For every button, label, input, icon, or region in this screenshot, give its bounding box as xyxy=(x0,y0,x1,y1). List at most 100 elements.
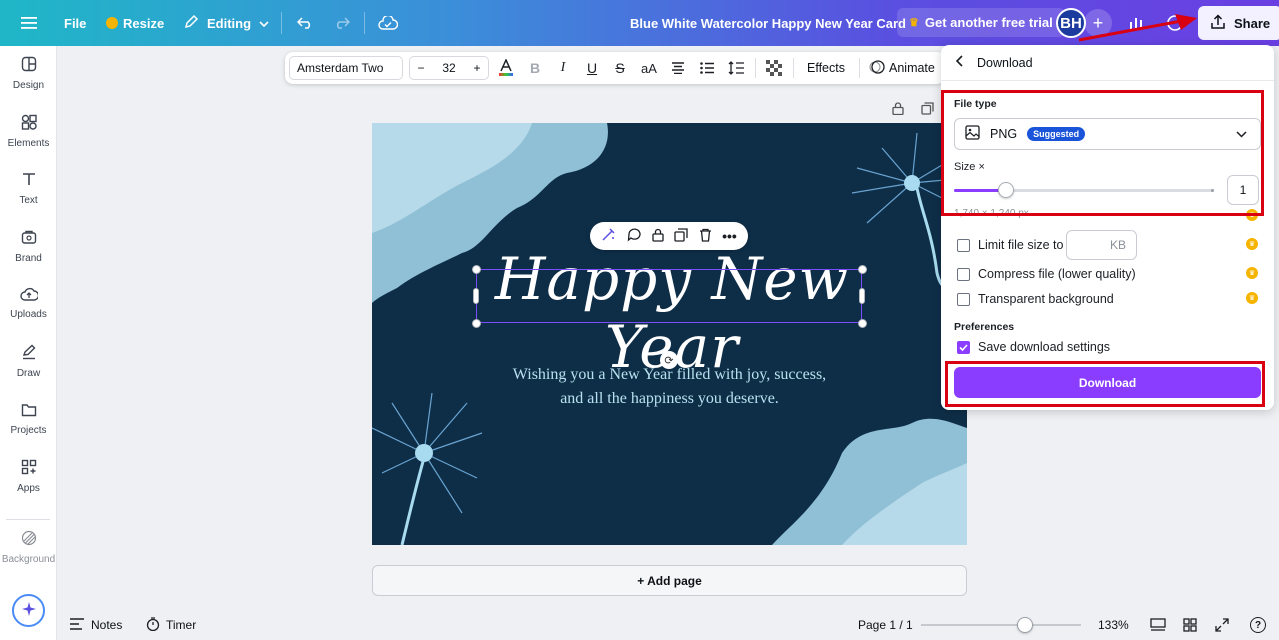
output-dimensions: 1,740 × 1,240 px xyxy=(954,208,1029,219)
duplicate-page-icon[interactable] xyxy=(918,99,936,117)
top-bar: File Resize Editing Blue White Watercolo… xyxy=(0,0,1279,46)
animate-button[interactable]: Animate xyxy=(869,52,935,84)
grid-view-icon[interactable] xyxy=(1183,610,1197,640)
zoom-level[interactable]: 133% xyxy=(1098,610,1129,640)
editing-mode-button[interactable]: Editing xyxy=(184,0,269,46)
cloud-saved-icon[interactable] xyxy=(373,0,403,46)
help-icon[interactable]: ? xyxy=(1250,610,1266,640)
sidebar-item-background[interactable]: Background xyxy=(0,522,57,572)
compress-option[interactable]: Compress file (lower quality) xyxy=(957,265,1136,283)
size-label: Size × xyxy=(954,161,985,173)
brand-icon xyxy=(21,229,37,248)
free-trial-button[interactable]: ♛ Get another free trial xyxy=(897,8,1065,37)
text-icon xyxy=(21,171,37,190)
size-input[interactable]: 1 xyxy=(1227,175,1259,205)
magic-edit-icon[interactable] xyxy=(601,227,616,245)
transparency-icon[interactable] xyxy=(762,52,786,84)
chevron-down-icon xyxy=(259,16,269,31)
file-menu[interactable]: File xyxy=(64,0,86,46)
text-color-icon[interactable] xyxy=(494,52,518,84)
crown-icon: ♛ xyxy=(1246,292,1258,304)
transparent-checkbox[interactable] xyxy=(957,292,970,306)
page-indicator[interactable]: Page 1 / 1 xyxy=(858,610,913,640)
more-icon[interactable]: ••• xyxy=(722,228,737,244)
separator xyxy=(755,58,756,78)
sidebar-divider xyxy=(6,519,50,520)
save-settings-option[interactable]: Save download settings xyxy=(957,338,1110,356)
resize-handle[interactable] xyxy=(472,319,481,328)
kb-input[interactable]: KB xyxy=(1066,230,1137,260)
canvas-subtitle[interactable]: Wishing you a New Year filled with joy, … xyxy=(432,363,907,411)
comment-add-icon[interactable] xyxy=(627,227,642,245)
save-settings-checkbox[interactable] xyxy=(957,340,970,354)
suggested-badge: Suggested xyxy=(1027,127,1086,141)
document-title[interactable]: Blue White Watercolor Happy New Year Car… xyxy=(630,0,906,46)
add-page-button[interactable]: + Add page xyxy=(372,565,967,596)
fullscreen-icon[interactable] xyxy=(1215,610,1229,640)
menu-icon[interactable] xyxy=(14,0,44,46)
transparent-background-option[interactable]: Transparent background xyxy=(957,290,1114,308)
design-canvas[interactable]: Happy New Year Wishing you a New Year fi… xyxy=(372,123,967,545)
italic-icon[interactable]: I xyxy=(551,52,575,84)
notes-button[interactable]: Notes xyxy=(69,610,122,640)
file-type-select[interactable]: PNG Suggested xyxy=(954,118,1261,150)
resize-handle[interactable] xyxy=(858,265,867,274)
download-button[interactable]: Download xyxy=(954,367,1261,398)
duplicate-icon[interactable] xyxy=(674,227,688,245)
trash-icon[interactable] xyxy=(699,228,712,245)
crown-icon: ♛ xyxy=(909,17,919,29)
strikethrough-icon[interactable]: S xyxy=(608,52,632,84)
side-handle[interactable] xyxy=(859,288,865,304)
crown-icon: ♛ xyxy=(1246,267,1258,279)
font-selector[interactable]: Amsterdam Two xyxy=(289,56,403,80)
elements-icon xyxy=(21,114,37,133)
sidebar-item-uploads[interactable]: Uploads xyxy=(0,278,57,328)
font-size-input[interactable]: 32 xyxy=(432,57,466,79)
share-button[interactable]: Share xyxy=(1198,6,1279,40)
animate-icon xyxy=(869,59,885,78)
pencil-icon xyxy=(184,14,199,32)
compress-checkbox[interactable] xyxy=(957,267,970,281)
timer-button[interactable]: Timer xyxy=(146,610,196,640)
side-handle[interactable] xyxy=(473,288,479,304)
rotate-icon[interactable]: ⟳ xyxy=(660,351,678,369)
zoom-slider-knob[interactable] xyxy=(1017,617,1033,633)
sidebar-item-projects[interactable]: Projects xyxy=(0,394,57,444)
bottom-bar: Notes Timer Page 1 / 1 133% ? xyxy=(57,610,1279,640)
bold-icon[interactable]: B xyxy=(523,52,547,84)
sidebar-item-design[interactable]: Design xyxy=(0,48,57,98)
align-center-icon[interactable] xyxy=(666,52,690,84)
sidebar-item-elements[interactable]: Elements xyxy=(0,106,57,156)
resize-handle[interactable] xyxy=(858,319,867,328)
list-icon[interactable] xyxy=(695,52,719,84)
download-panel: Download File type PNG Suggested Size × … xyxy=(941,45,1274,410)
sidebar-item-text[interactable]: Text xyxy=(0,163,57,213)
size-slider-knob[interactable] xyxy=(998,182,1014,198)
sidebar-item-draw[interactable]: Draw xyxy=(0,336,57,386)
resize-button[interactable]: Resize xyxy=(106,0,164,46)
redo-icon[interactable] xyxy=(327,0,357,46)
page-view-icon[interactable] xyxy=(1150,610,1166,640)
spacing-icon[interactable] xyxy=(724,52,748,84)
sidebar-item-apps[interactable]: Apps xyxy=(0,451,57,501)
resize-handle[interactable] xyxy=(472,265,481,274)
sidebar-item-brand[interactable]: Brand xyxy=(0,221,57,271)
back-arrow-icon[interactable] xyxy=(955,55,963,70)
letter-case-icon[interactable]: aA xyxy=(637,52,661,84)
decrease-size-button[interactable]: − xyxy=(410,57,432,79)
selection-box xyxy=(476,269,862,323)
underline-icon[interactable]: U xyxy=(580,52,604,84)
increase-size-button[interactable]: + xyxy=(466,57,488,79)
magic-assistant-button[interactable] xyxy=(12,594,45,627)
limit-file-size-option[interactable]: Limit file size to xyxy=(957,236,1063,254)
crown-icon: ♛ xyxy=(1246,238,1258,250)
lock-icon[interactable] xyxy=(889,99,907,117)
uploads-icon xyxy=(19,287,39,304)
limit-size-checkbox[interactable] xyxy=(957,238,970,252)
separator xyxy=(859,58,860,78)
undo-icon[interactable] xyxy=(290,0,320,46)
projects-icon xyxy=(21,403,37,420)
lock-icon[interactable] xyxy=(652,228,664,245)
zoom-slider-track[interactable] xyxy=(921,624,1081,626)
effects-button[interactable]: Effects xyxy=(807,52,845,84)
